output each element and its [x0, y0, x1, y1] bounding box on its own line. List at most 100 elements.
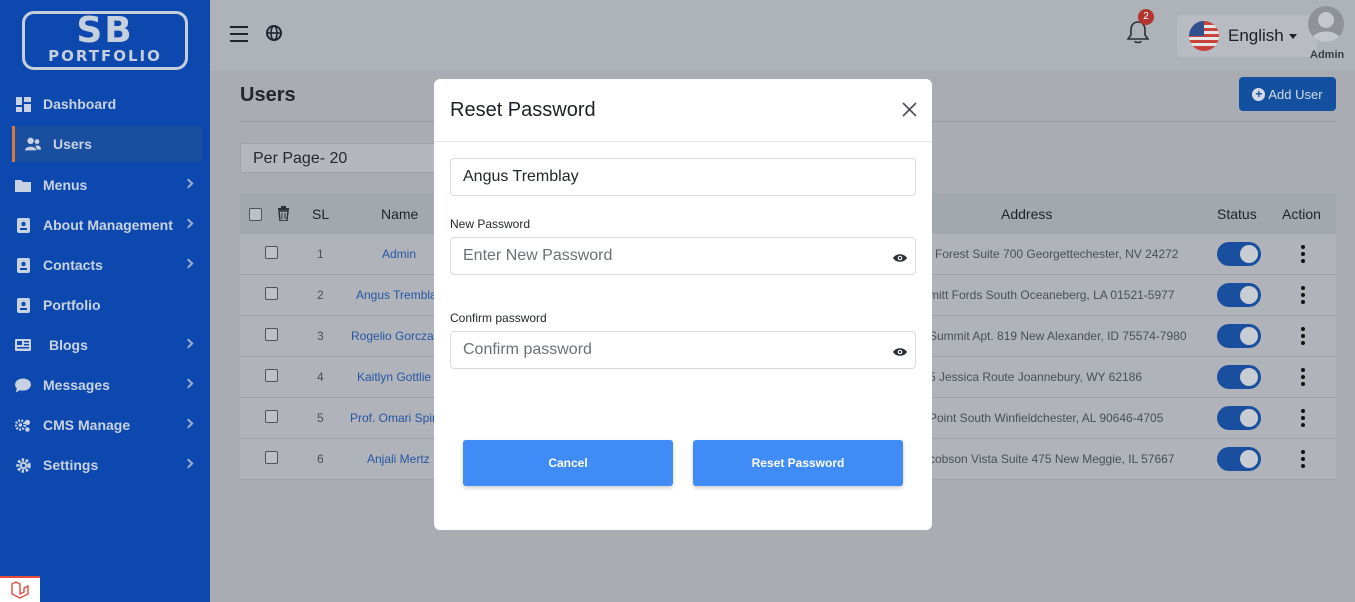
more-vertical-icon[interactable] [1301, 450, 1305, 468]
row-sl: 5 [317, 411, 324, 425]
row-address: mitt Fords South Oceaneberg, LA 01521-59… [929, 288, 1175, 302]
row-name[interactable]: Rogelio Gorcza [351, 329, 434, 343]
row-checkbox[interactable] [265, 451, 278, 464]
status-toggle[interactable] [1217, 283, 1261, 307]
sidebar-item-settings[interactable]: Settings [0, 447, 210, 483]
close-icon[interactable] [902, 102, 917, 117]
sidebar-item-label: Messages [43, 377, 110, 393]
more-vertical-icon[interactable] [1301, 327, 1305, 345]
row-checkbox[interactable] [265, 246, 278, 259]
sidebar-item-menus[interactable]: Menus [0, 167, 210, 203]
dashboard-icon [15, 96, 31, 112]
logo[interactable]: SB PORTFOLIO [22, 11, 188, 70]
row-address: l Forest Suite 700 Georgettechester, NV … [929, 247, 1179, 261]
status-toggle[interactable] [1217, 242, 1261, 266]
laravel-debug-icon[interactable] [0, 576, 40, 602]
more-vertical-icon[interactable] [1301, 286, 1305, 304]
confirm-password-placeholder: Confirm password [463, 341, 592, 358]
sidebar-item-about-management[interactable]: About Management [0, 207, 210, 243]
user-role-label: Admin [1310, 49, 1345, 61]
row-name[interactable]: Prof. Omari Spir [350, 411, 436, 425]
user-name-field[interactable]: Angus Tremblay [450, 158, 916, 196]
gear-icon [15, 457, 31, 473]
cogs-icon [15, 417, 31, 433]
page-title: Users [240, 84, 296, 106]
sidebar-item-cms-manage[interactable]: CMS Manage [0, 407, 210, 443]
add-user-button[interactable]: + Add User [1239, 77, 1336, 111]
sidebar-item-portfolio[interactable]: Portfolio [0, 287, 210, 323]
row-name[interactable]: Anjali Mertz [367, 452, 430, 466]
cancel-button[interactable]: Cancel [463, 440, 673, 486]
row-sl: 2 [317, 288, 324, 302]
reset-password-button[interactable]: Reset Password [693, 440, 903, 486]
column-header-status: Status [1217, 206, 1257, 222]
chevron-right-icon [183, 178, 194, 189]
portfolio-icon [15, 297, 31, 313]
row-checkbox[interactable] [265, 287, 278, 300]
avatar[interactable] [1308, 6, 1344, 42]
row-address: Point South Winfieldchester, AL 90646-47… [929, 411, 1164, 425]
modal-title: Reset Password [450, 99, 596, 121]
menu-toggle-icon[interactable] [230, 26, 248, 42]
status-toggle[interactable] [1217, 324, 1261, 348]
sidebar-item-label: About Management [43, 217, 173, 233]
row-name[interactable]: Angus Trembla [356, 288, 437, 302]
chevron-right-icon [183, 458, 194, 469]
trash-icon[interactable] [277, 205, 290, 226]
column-header-action: Action [1282, 206, 1321, 222]
chevron-right-icon [183, 418, 194, 429]
sidebar-item-label: CMS Manage [43, 417, 131, 433]
folder-icon [15, 177, 31, 193]
column-header-sl: SL [312, 206, 330, 222]
users-icon [25, 136, 41, 152]
chevron-right-icon [183, 258, 194, 269]
add-user-label: Add User [1268, 86, 1323, 102]
per-page-select[interactable]: Per Page- 20 [240, 143, 440, 173]
id-card-icon [15, 217, 31, 233]
row-checkbox[interactable] [265, 328, 278, 341]
eye-icon[interactable] [893, 250, 907, 268]
contact-icon [15, 257, 31, 273]
select-all-checkbox[interactable] [249, 208, 262, 221]
row-checkbox[interactable] [265, 369, 278, 382]
status-toggle[interactable] [1217, 447, 1261, 471]
sidebar-item-dashboard[interactable]: Dashboard [0, 86, 210, 122]
sidebar: SB PORTFOLIO Dashboard Users Menus About… [0, 0, 210, 602]
row-checkbox[interactable] [265, 410, 278, 423]
blog-icon [15, 337, 31, 353]
more-vertical-icon[interactable] [1301, 409, 1305, 427]
row-sl: 1 [317, 247, 324, 261]
globe-icon[interactable] [266, 25, 282, 46]
row-sl: 4 [317, 370, 324, 384]
sidebar-item-label: Contacts [43, 257, 103, 273]
status-toggle[interactable] [1217, 365, 1261, 389]
row-address: Summit Apt. 819 New Alexander, ID 75574-… [929, 329, 1187, 343]
row-sl: 6 [317, 452, 324, 466]
caret-down-icon [1288, 33, 1297, 39]
chevron-right-icon [183, 378, 194, 389]
new-password-input[interactable]: Enter New Password [450, 237, 916, 275]
column-header-name: Name [381, 206, 419, 222]
more-vertical-icon[interactable] [1301, 368, 1305, 386]
language-selector[interactable]: English [1177, 15, 1317, 57]
language-label: English [1228, 26, 1284, 45]
sidebar-item-contacts[interactable]: Contacts [0, 247, 210, 283]
more-vertical-icon[interactable] [1301, 245, 1305, 263]
us-flag-icon [1189, 21, 1219, 51]
row-name[interactable]: Admin [382, 247, 416, 261]
sidebar-item-label: Dashboard [43, 96, 117, 112]
row-sl: 3 [317, 329, 324, 343]
sidebar-item-blogs[interactable]: Blogs [0, 327, 210, 363]
row-name[interactable]: Kaitlyn Gottlie [357, 370, 431, 384]
topbar: 2 English Admin [210, 0, 1355, 70]
status-toggle[interactable] [1217, 406, 1261, 430]
sidebar-item-users[interactable]: Users [12, 126, 202, 162]
sidebar-item-label: Users [53, 136, 92, 152]
column-header-address: Address [1001, 206, 1053, 222]
eye-icon[interactable] [893, 344, 907, 362]
new-password-label: New Password [450, 217, 531, 231]
confirm-password-input[interactable]: Confirm password [450, 331, 916, 369]
notification-badge: 2 [1138, 9, 1154, 25]
logo-line2: PORTFOLIO [48, 47, 162, 65]
sidebar-item-messages[interactable]: Messages [0, 367, 210, 403]
